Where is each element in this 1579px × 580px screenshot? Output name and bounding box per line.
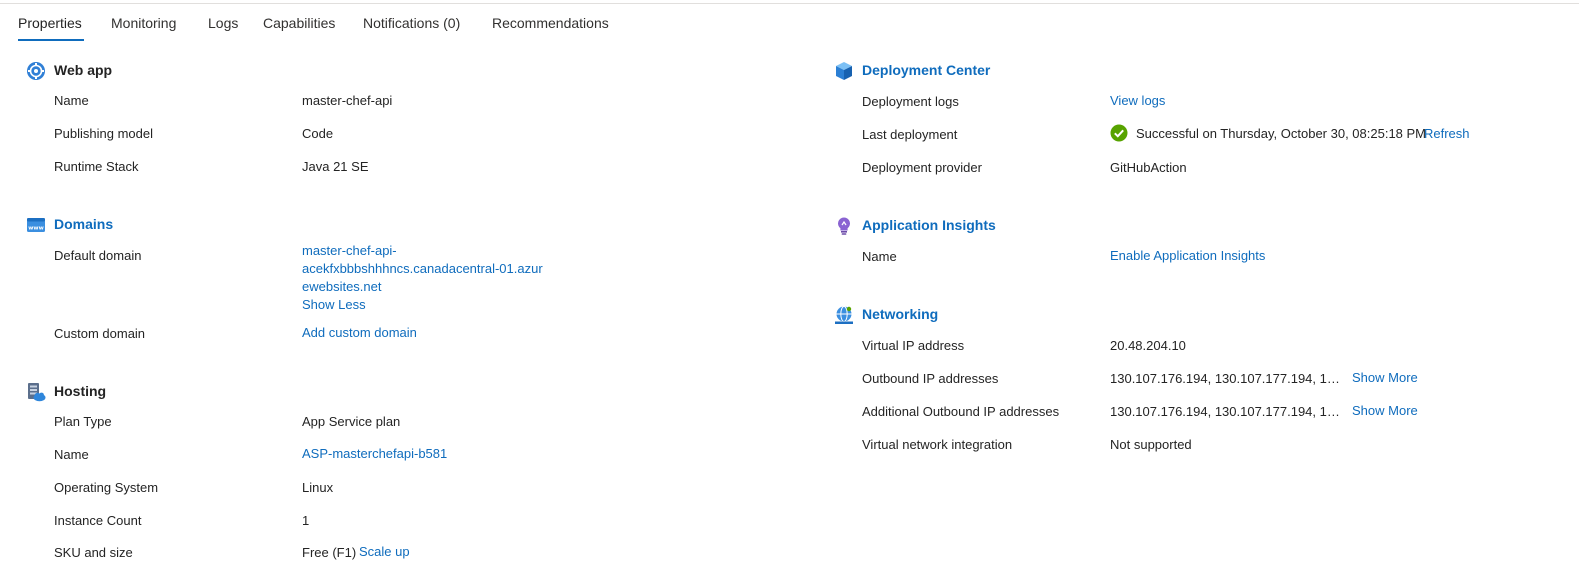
section-title-networking[interactable]: Networking <box>862 305 938 323</box>
default-domain-label: Default domain <box>54 248 142 263</box>
tab-logs[interactable]: Logs <box>208 14 238 32</box>
additional-outbound-show-more-link[interactable]: Show More <box>1352 403 1418 419</box>
plan-name-label: Name <box>54 447 89 462</box>
virtual-ip-label: Virtual IP address <box>862 338 965 353</box>
deployment-logs-label: Deployment logs <box>862 94 959 109</box>
sku-size-value: Free (F1) <box>302 545 357 560</box>
view-logs-link[interactable]: View logs <box>1110 93 1165 109</box>
runtime-stack-label: Runtime Stack <box>54 159 139 174</box>
tab-recommendations[interactable]: Recommendations <box>492 14 609 32</box>
vnet-integration-label: Virtual network integration <box>862 437 1013 452</box>
deployment-provider-value: GitHubAction <box>1110 160 1187 175</box>
plan-type-label: Plan Type <box>54 414 112 429</box>
custom-domain-label: Custom domain <box>54 326 146 341</box>
top-divider <box>0 3 1579 4</box>
outbound-ip-label: Outbound IP addresses <box>862 371 999 386</box>
deployment-cube-icon <box>836 62 852 80</box>
section-title-web-app: Web app <box>54 62 113 78</box>
lightbulb-icon <box>838 217 850 235</box>
default-domain-line-2[interactable]: acekfxbbbshhhncs.canadacentral-01.azur <box>302 261 543 277</box>
section-title-domains[interactable]: Domains <box>54 215 113 233</box>
app-service-plan-icon <box>28 383 46 402</box>
publishing-model-value: Code <box>302 126 334 141</box>
default-domain-line-1[interactable]: master-chef-api- <box>302 243 397 259</box>
runtime-stack-value: Java 21 SE <box>302 159 369 174</box>
section-title-deployment-center[interactable]: Deployment Center <box>862 61 990 79</box>
last-deployment-label: Last deployment <box>862 127 958 142</box>
section-title-application-insights[interactable]: Application Insights <box>862 216 996 234</box>
additional-outbound-ip-label: Additional Outbound IP addresses <box>862 404 1060 419</box>
network-globe-icon <box>835 306 853 324</box>
plan-name-link[interactable]: ASP-masterchefapi-b581 <box>302 446 447 462</box>
enable-application-insights-link[interactable]: Enable Application Insights <box>1110 248 1265 264</box>
svg-text:www: www <box>28 226 44 232</box>
tab-properties[interactable]: Properties <box>18 14 82 32</box>
section-title-hosting: Hosting <box>54 383 107 399</box>
plan-type-value: App Service plan <box>302 414 401 429</box>
deployment-provider-label: Deployment provider <box>862 160 982 175</box>
tab-notifications[interactable]: Notifications (0) <box>363 14 460 32</box>
operating-system-value: Linux <box>302 480 334 495</box>
tab-capabilities[interactable]: Capabilities <box>263 14 335 32</box>
web-app-name-value: master-chef-api <box>302 93 393 108</box>
vnet-integration-value: Not supported <box>1110 437 1192 452</box>
scale-up-link[interactable]: Scale up <box>359 544 410 560</box>
last-deployment-value: Successful on Thursday, October 30, 08:2… <box>1136 126 1427 141</box>
success-check-icon <box>1110 124 1128 142</box>
instance-count-label: Instance Count <box>54 513 142 528</box>
show-less-link[interactable]: Show Less <box>302 297 366 313</box>
sku-size-label: SKU and size <box>54 545 133 560</box>
globe-gear-icon <box>27 62 45 80</box>
app-insights-name-label: Name <box>862 249 897 264</box>
add-custom-domain-link[interactable]: Add custom domain <box>302 325 417 341</box>
additional-outbound-ip-value: 130.107.176.194, 130.107.177.194, 130...… <box>1110 404 1341 419</box>
www-icon: www <box>27 218 45 232</box>
outbound-show-more-link[interactable]: Show More <box>1352 370 1418 386</box>
tab-monitoring[interactable]: Monitoring <box>111 14 176 32</box>
active-tab-indicator <box>18 39 84 41</box>
web-app-name-label: Name <box>54 93 89 108</box>
outbound-ip-value: 130.107.176.194, 130.107.177.194, 130...… <box>1110 371 1341 386</box>
virtual-ip-value: 20.48.204.10 <box>1110 338 1186 353</box>
refresh-link[interactable]: Refresh <box>1424 126 1470 142</box>
default-domain-line-3[interactable]: ewebsites.net <box>302 279 382 295</box>
operating-system-label: Operating System <box>54 480 159 495</box>
instance-count-value: 1 <box>302 513 310 528</box>
publishing-model-label: Publishing model <box>54 126 154 141</box>
